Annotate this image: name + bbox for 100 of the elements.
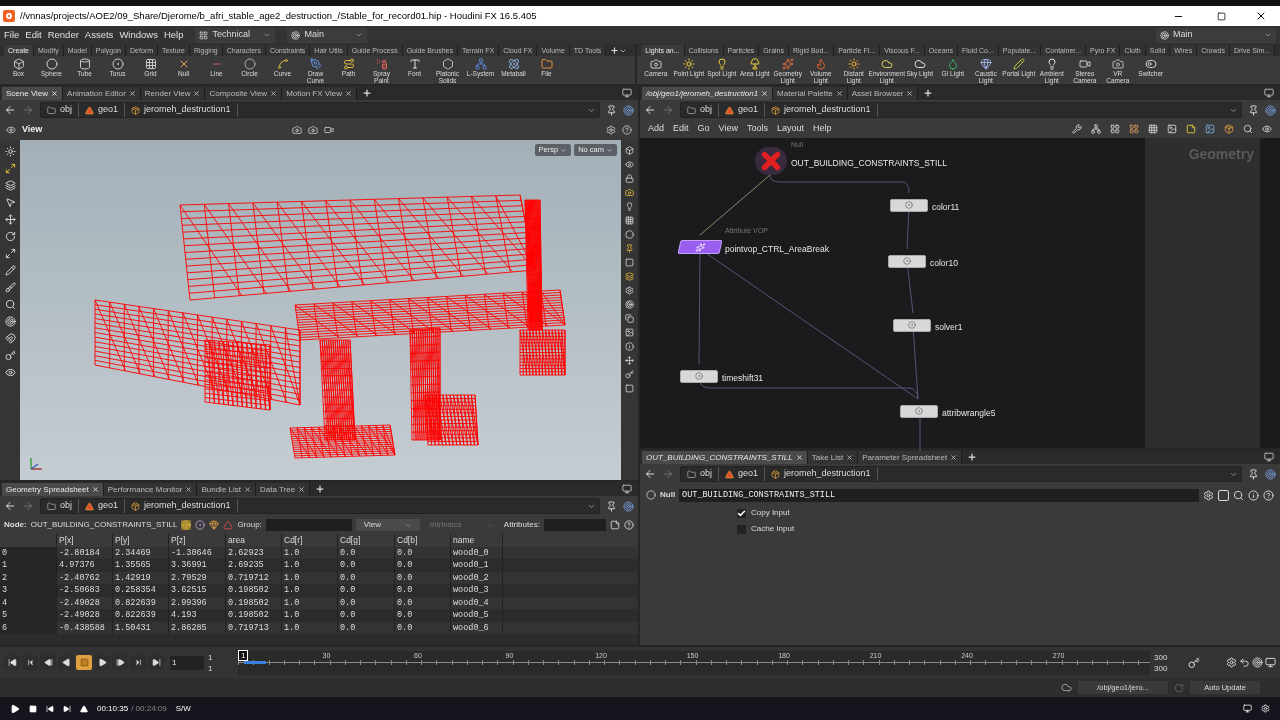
table-cell: 3 <box>2 586 8 595</box>
menu-item[interactable]: View <box>718 122 738 136</box>
column-header: Cd[r] <box>284 536 303 545</box>
table-cell: 0 <box>2 548 8 557</box>
menu-item[interactable]: Assets <box>84 27 114 43</box>
table-cell: 0.0 <box>340 548 356 557</box>
pane-tab[interactable]: Parameter Spreadsheet <box>858 451 963 464</box>
pane-tab[interactable]: OUT_BUILDING_CONSTRAINTS_STILL <box>642 451 808 464</box>
menu-item[interactable]: Add <box>648 122 664 136</box>
path-segment[interactable]: geo1 <box>98 103 119 117</box>
node-name: color10 <box>930 258 958 268</box>
table-cell: -2.49028 <box>59 598 100 607</box>
path-field[interactable]: obj geo1 jeromeh_destruction1 <box>40 498 600 514</box>
table-cell: wood0_6 <box>453 623 489 632</box>
pane-tab[interactable]: Composite View <box>205 87 283 100</box>
table-cell: 0.258354 <box>115 586 156 595</box>
table-cell: -2.49028 <box>59 611 100 620</box>
menu-item[interactable]: Render <box>47 27 79 43</box>
table-cell: 1 <box>2 561 8 570</box>
desktop-dropdown[interactable]: Technical <box>195 27 276 43</box>
table-cell: 0.0 <box>397 598 413 607</box>
table-cell: wood0_4 <box>453 598 489 607</box>
start-frame[interactable]: 1 <box>208 651 236 663</box>
path-field[interactable]: obj geo1 jeromeh_destruction1 <box>680 466 1242 482</box>
menu-item[interactable]: Edit <box>673 122 689 136</box>
menu-item[interactable]: Help <box>812 122 832 136</box>
table-cell: -2.50683 <box>59 586 100 595</box>
decoder-mode: S/W <box>175 702 191 715</box>
table-cell: 0.0 <box>397 586 413 595</box>
view-dropdown[interactable]: View <box>355 519 420 531</box>
pane-tab[interactable]: Render View <box>140 87 206 100</box>
node-name: color11 <box>932 202 960 212</box>
pane-tab[interactable]: Take List <box>807 451 859 464</box>
table-cell: 0.0 <box>340 623 356 632</box>
menu-item[interactable]: Tools <box>746 122 768 136</box>
table-cell: 2.62923 <box>228 548 264 557</box>
pane-tab[interactable]: Geometry Spreadsheet <box>2 483 104 496</box>
node-label: Node: <box>4 519 27 531</box>
pane-tab[interactable]: Performance Monitor <box>103 483 198 496</box>
path-segment[interactable]: jeromeh_destruction1 <box>784 103 871 117</box>
column-header: name <box>453 536 475 545</box>
path-segment[interactable]: obj <box>700 103 712 117</box>
pane-tab[interactable]: Data Tree <box>256 483 311 496</box>
menu-item[interactable]: Edit <box>25 27 42 43</box>
end-frame[interactable]: 300 <box>1154 651 1180 663</box>
table-cell: 1.0 <box>284 611 300 620</box>
checkbox-label: Copy Input <box>751 507 790 519</box>
table-cell: 2.86285 <box>171 623 207 632</box>
table-cell: 0.198502 <box>228 598 269 607</box>
playhead[interactable]: 1 <box>238 649 249 661</box>
pane-tab[interactable]: Material Palette <box>773 87 848 100</box>
total-time: / 00:24:09 <box>131 702 167 715</box>
path-field[interactable]: obj geo1 jeromeh_destruction1 <box>40 102 600 118</box>
table-cell: 0.719713 <box>228 623 269 632</box>
pane-tab[interactable]: Animation Editor <box>63 87 141 100</box>
start-frame[interactable]: 1 <box>208 662 236 674</box>
table-cell: 4.97376 <box>59 561 95 570</box>
node-name: timeshift31 <box>722 373 764 383</box>
group-label: Group: <box>237 519 262 531</box>
table-cell: 0.0 <box>397 611 413 620</box>
path-segment[interactable]: obj <box>60 103 72 117</box>
table-cell: 1.0 <box>284 548 300 557</box>
pane-tab[interactable]: Scene View <box>2 87 64 100</box>
frame-field[interactable]: 1 <box>170 655 204 670</box>
path-segment[interactable]: geo1 <box>738 103 759 117</box>
menu-item[interactable]: Help <box>163 27 184 43</box>
table-cell: wood0_5 <box>453 611 489 620</box>
pane-tab[interactable]: Motion FX View <box>282 87 357 100</box>
menu-item[interactable]: Layout <box>776 122 804 136</box>
path-segment[interactable]: geo1 <box>98 499 119 513</box>
table-cell: 0.0 <box>340 573 356 582</box>
column-header: P[y] <box>115 536 130 545</box>
end-frame[interactable]: 300 <box>1154 662 1180 674</box>
path-segment[interactable]: jeromeh_destruction1 <box>144 103 231 117</box>
desktop-dropdown[interactable]: Main <box>287 27 368 43</box>
table-cell: 0.822639 <box>115 598 156 607</box>
table-cell: -1.30646 <box>171 548 212 557</box>
pane-tab[interactable]: Bundle List <box>197 483 256 496</box>
table-cell: wood0_3 <box>453 586 489 595</box>
path-segment[interactable]: jeromeh_destruction1 <box>784 467 871 481</box>
node-name-field[interactable]: OUT_BUILDING_CONSTRAINTS_STILL <box>679 488 1199 502</box>
table-cell: 0.0 <box>397 561 413 570</box>
node-name: solver1 <box>935 322 963 332</box>
path-segment[interactable]: jeromeh_destruction1 <box>144 499 231 513</box>
path-segment[interactable]: geo1 <box>738 467 759 481</box>
table-cell: -2.80184 <box>59 548 100 557</box>
menu-item[interactable]: Go <box>697 122 710 136</box>
desktop-dropdown[interactable]: Main <box>1156 27 1276 43</box>
path-segment[interactable]: obj <box>700 467 712 481</box>
pane-tab[interactable]: Asset Browser <box>847 87 919 100</box>
column-header: Cd[g] <box>340 536 361 545</box>
path-segment[interactable]: obj <box>60 499 72 513</box>
menu-item[interactable]: Windows <box>119 27 158 43</box>
pane-tab[interactable]: /obj/geo1/jeromeh_destruction1 <box>642 87 774 100</box>
menu-item[interactable]: File <box>4 27 20 43</box>
column-header: Cd[b] <box>397 536 418 545</box>
column-header: P[z] <box>171 536 186 545</box>
table-cell: wood0_0 <box>453 548 489 557</box>
path-field[interactable]: obj geo1 jeromeh_destruction1 <box>680 102 1242 118</box>
table-cell: 6 <box>2 623 8 632</box>
